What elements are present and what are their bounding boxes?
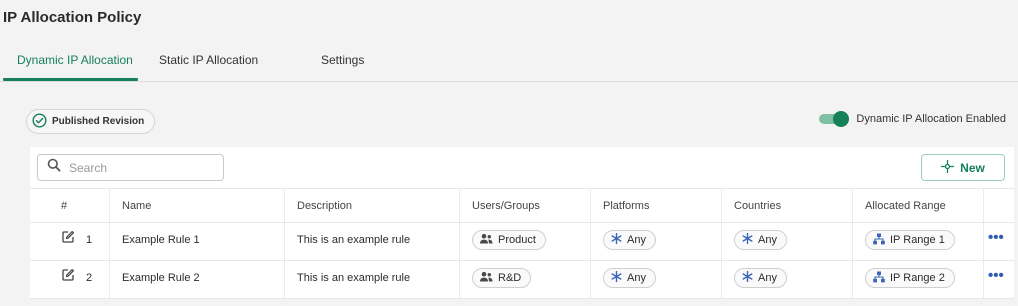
tab-settings[interactable]: Settings [321, 53, 364, 67]
dynamic-allocation-toggle-label: Dynamic IP Allocation Enabled [856, 113, 1006, 125]
column-divider [109, 261, 110, 298]
column-header-description[interactable]: Description [297, 200, 352, 212]
table-row[interactable]: 1 Example Rule 1 This is an example rule… [30, 223, 1014, 261]
toggle-knob [833, 111, 850, 127]
rule-description: This is an example rule [297, 234, 411, 246]
users-groups-value: Product [498, 234, 536, 246]
search-icon [47, 158, 61, 177]
column-divider [590, 261, 591, 298]
rule-name: Example Rule 2 [122, 272, 200, 284]
rules-panel: New # Name Description Users/Groups Plat… [30, 147, 1014, 299]
column-divider [983, 223, 984, 260]
column-divider [459, 261, 460, 298]
countries-value: Any [758, 234, 777, 246]
column-divider [284, 189, 285, 222]
row-number: 1 [86, 234, 93, 246]
search-box [37, 154, 224, 181]
column-divider [721, 189, 722, 222]
column-divider [983, 261, 984, 298]
network-icon [873, 233, 885, 248]
asterisk-icon [611, 270, 622, 285]
network-icon [873, 271, 885, 286]
row-number: 2 [86, 272, 93, 284]
new-rule-button[interactable]: New [921, 154, 1005, 181]
column-divider [983, 189, 984, 222]
column-divider [721, 261, 722, 298]
countries-chip[interactable]: Any [734, 230, 787, 250]
countries-chip[interactable]: Any [734, 268, 787, 288]
new-button-label: New [960, 160, 985, 175]
allocated-range-value: IP Range 2 [890, 272, 945, 284]
tab-static-ip-allocation[interactable]: Static IP Allocation [159, 53, 258, 67]
column-divider [459, 223, 460, 260]
allocated-range-chip[interactable]: IP Range 1 [865, 230, 955, 250]
asterisk-icon [742, 270, 753, 285]
column-divider [109, 189, 110, 222]
rule-name: Example Rule 1 [122, 234, 200, 246]
column-divider [590, 223, 591, 260]
platforms-value: Any [627, 234, 646, 246]
users-groups-chip[interactable]: R&D [472, 268, 532, 288]
column-header-countries[interactable]: Countries [734, 200, 781, 212]
column-divider [852, 261, 853, 298]
tab-dynamic-ip-allocation[interactable]: Dynamic IP Allocation [17, 53, 133, 67]
more-options-icon[interactable]: ••• [988, 267, 1004, 285]
column-header-number[interactable]: # [61, 200, 67, 212]
platforms-chip[interactable]: Any [603, 268, 656, 288]
column-divider [109, 223, 110, 260]
search-input[interactable] [69, 160, 209, 175]
platforms-value: Any [627, 272, 646, 284]
page-title: IP Allocation Policy [3, 9, 142, 26]
countries-value: Any [758, 272, 777, 284]
column-header-platforms[interactable]: Platforms [603, 200, 649, 212]
asterisk-icon [742, 232, 753, 247]
column-divider [852, 223, 853, 260]
table-header: # Name Description Users/Groups Platform… [30, 188, 1014, 223]
tab-bar: Dynamic IP Allocation Static IP Allocati… [0, 48, 1018, 82]
platforms-chip[interactable]: Any [603, 230, 656, 250]
published-revision-badge[interactable]: Published Revision [26, 109, 156, 134]
check-circle-icon [32, 112, 47, 131]
more-options-icon[interactable]: ••• [988, 229, 1004, 247]
allocated-range-chip[interactable]: IP Range 2 [865, 268, 955, 288]
column-divider [284, 223, 285, 260]
table-row[interactable]: 2 Example Rule 2 This is an example rule… [30, 261, 1014, 299]
column-divider [590, 189, 591, 222]
dynamic-allocation-toggle[interactable] [819, 111, 850, 127]
users-groups-value: R&D [498, 272, 522, 284]
edit-icon[interactable] [61, 230, 75, 249]
rule-description: This is an example rule [297, 272, 411, 284]
column-divider [721, 223, 722, 260]
asterisk-icon [611, 232, 622, 247]
column-header-users-groups[interactable]: Users/Groups [472, 200, 540, 212]
active-tab-indicator [3, 78, 138, 81]
column-divider [284, 261, 285, 298]
column-divider [459, 189, 460, 222]
column-divider [852, 189, 853, 222]
user-group-icon [480, 271, 493, 286]
column-header-name[interactable]: Name [122, 200, 151, 212]
column-header-allocated-range[interactable]: Allocated Range [865, 200, 946, 212]
crosshair-icon [941, 159, 955, 176]
published-revision-label: Published Revision [52, 116, 145, 127]
user-group-icon [480, 233, 493, 248]
users-groups-chip[interactable]: Product [472, 230, 546, 250]
edit-icon[interactable] [61, 268, 75, 287]
allocated-range-value: IP Range 1 [890, 234, 945, 246]
dynamic-allocation-toggle-group: Dynamic IP Allocation Enabled [819, 111, 1006, 127]
